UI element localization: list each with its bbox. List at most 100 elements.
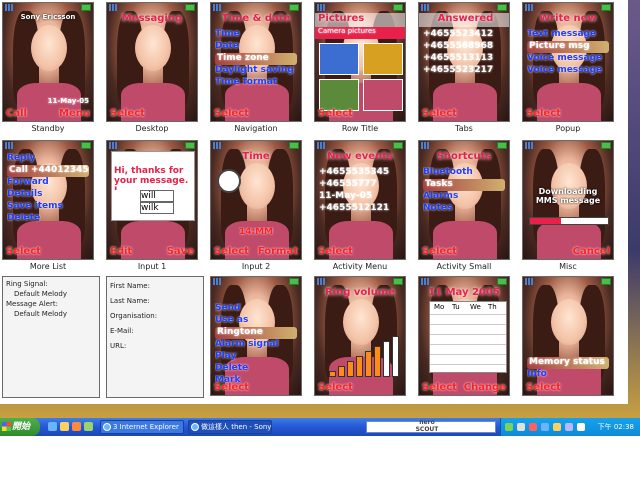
picture-thumbnail[interactable] bbox=[319, 43, 359, 75]
tray-network-icon[interactable] bbox=[517, 423, 525, 431]
menu-item[interactable]: Call +440123456 bbox=[7, 165, 89, 177]
left-softkey[interactable]: Select bbox=[318, 246, 353, 257]
calendar-grid[interactable]: Mo Tu We Th bbox=[429, 301, 507, 373]
battery-icon bbox=[289, 278, 299, 285]
left-softkey[interactable]: Select bbox=[422, 382, 457, 393]
calendar-day-header: Th bbox=[488, 303, 497, 311]
menu-item[interactable]: Delete bbox=[7, 213, 89, 225]
theme-tile-memory-status[interactable]: Memory status Info Select bbox=[522, 276, 614, 396]
menu-item[interactable]: Reply bbox=[7, 153, 89, 165]
phone-screen-preview: Reply Call +440123456 Forward Details Save i… bbox=[2, 140, 94, 260]
left-softkey[interactable]: Select bbox=[6, 246, 41, 257]
tray-messenger-icon[interactable] bbox=[541, 423, 549, 431]
menu-item[interactable]: Time bbox=[215, 29, 297, 41]
menu-item[interactable]: Bluetooth bbox=[423, 167, 505, 179]
menu-item[interactable]: +4655523412 bbox=[423, 29, 505, 41]
signal-strength-icon bbox=[213, 278, 223, 285]
theme-tile-ring-volume[interactable]: Ring volume Select bbox=[314, 276, 406, 396]
menu-item[interactable]: Save items bbox=[7, 201, 89, 213]
menu-item[interactable]: Send bbox=[215, 303, 297, 315]
menu-item[interactable]: Time format bbox=[215, 77, 297, 89]
left-softkey[interactable]: Select bbox=[214, 246, 249, 257]
left-softkey[interactable]: Select bbox=[422, 108, 457, 119]
menu-item[interactable]: Text message bbox=[527, 29, 609, 41]
menu-item[interactable]: Use as bbox=[215, 315, 297, 327]
theme-tile-tabs[interactable]: Answered +4655523412 +4655568968 +465551311… bbox=[418, 2, 510, 133]
ie-quicklaunch-icon[interactable] bbox=[48, 422, 57, 431]
tray-go-icon[interactable] bbox=[505, 423, 513, 431]
menu-item[interactable]: Voice message bbox=[527, 65, 609, 77]
left-softkey[interactable]: Select bbox=[110, 108, 145, 119]
menu-item[interactable]: Play bbox=[215, 351, 297, 363]
right-softkey[interactable]: Change bbox=[464, 382, 506, 393]
menu-item[interactable]: Daylight saving bbox=[215, 65, 297, 77]
theme-tile-navigation[interactable]: Time & date Time Date Time zone Daylight sav… bbox=[210, 2, 302, 133]
theme-tile-popup[interactable]: Write new Text message Picture msg Voice me… bbox=[522, 2, 614, 133]
menu-item[interactable]: Picture msg bbox=[527, 41, 609, 53]
taskbar-item-ie[interactable]: 3 Internet Explorer bbox=[100, 420, 184, 434]
media-quicklaunch-icon[interactable] bbox=[72, 422, 81, 431]
menu-item[interactable]: +4655512121 bbox=[319, 203, 401, 215]
left-softkey[interactable]: Select bbox=[214, 382, 249, 393]
menu-item[interactable]: Delete bbox=[215, 363, 297, 375]
tray-security-icon[interactable] bbox=[529, 423, 537, 431]
phone-status-bar bbox=[315, 141, 405, 150]
left-softkey[interactable]: Select bbox=[214, 108, 249, 119]
time-value[interactable]: 14:MM bbox=[215, 227, 297, 239]
left-softkey[interactable]: Select bbox=[526, 108, 561, 119]
theme-tile-calendar[interactable]: 11 May 2005 Mo Tu We Th Select Change bbox=[418, 276, 510, 396]
tray-volume-icon[interactable] bbox=[553, 423, 561, 431]
start-button[interactable]: 開始 bbox=[0, 418, 40, 436]
picture-thumbnail[interactable] bbox=[319, 79, 359, 111]
right-softkey[interactable]: Menu bbox=[59, 108, 90, 119]
left-softkey[interactable]: Select bbox=[526, 382, 561, 393]
theme-tile-menu-send[interactable]: Send Use as Ringtone Alarm signal Play Delete… bbox=[210, 276, 302, 396]
right-softkey[interactable]: Format bbox=[258, 246, 298, 257]
theme-tile-input-1[interactable]: Hi, thanks for your message. Iwillwilk Ed… bbox=[106, 140, 198, 271]
menu-item[interactable]: Memory status bbox=[527, 357, 609, 369]
theme-tile-more-list[interactable]: Reply Call +440123456 Forward Details Save i… bbox=[2, 140, 94, 271]
theme-tile-misc[interactable]: Downloading MMS message Cancel Misc bbox=[522, 140, 614, 271]
left-softkey[interactable]: Select bbox=[318, 382, 353, 393]
right-softkey[interactable]: Save bbox=[167, 246, 194, 257]
menu-item[interactable]: +4655568968 bbox=[423, 41, 505, 53]
theme-tile-desktop[interactable]: Messaging Select Desktop bbox=[106, 2, 198, 133]
menu-item[interactable]: Forward bbox=[7, 177, 89, 189]
menu-item[interactable]: Notes bbox=[423, 203, 505, 215]
menu-item[interactable]: Info bbox=[527, 369, 609, 381]
menu-item[interactable]: +46555777 bbox=[319, 179, 401, 191]
text-input-area[interactable]: Hi, thanks for your message. Iwillwilk bbox=[111, 151, 195, 221]
picture-thumbnail[interactable] bbox=[363, 79, 403, 111]
left-softkey[interactable]: Select bbox=[318, 108, 353, 119]
menu-item[interactable]: Date bbox=[215, 41, 297, 53]
left-softkey[interactable]: Call bbox=[6, 108, 27, 119]
menu-item[interactable]: +4655523217 bbox=[423, 65, 505, 77]
theme-tile-activity-small[interactable]: Shortcuts Bluetooth Tasks Alarms Notes Select… bbox=[418, 140, 510, 271]
menu-item[interactable]: Time zone bbox=[215, 53, 297, 65]
picture-thumbnail[interactable] bbox=[363, 43, 403, 75]
menu-item[interactable]: 11-May-05 bbox=[319, 191, 401, 203]
word-suggestion[interactable]: wilk bbox=[140, 202, 174, 214]
tray-language-icon[interactable] bbox=[565, 423, 573, 431]
theme-tile-input-2[interactable]: Time 14:MM Select Format Input 2 bbox=[210, 140, 302, 271]
menu-item[interactable]: Details bbox=[7, 189, 89, 201]
left-softkey[interactable]: Edit bbox=[110, 246, 132, 257]
left-softkey[interactable]: Select bbox=[422, 246, 457, 257]
tray-update-icon[interactable] bbox=[577, 423, 585, 431]
word-suggestion[interactable]: will bbox=[140, 190, 174, 202]
desktop-quicklaunch-icon[interactable] bbox=[84, 422, 93, 431]
taskbar-item-page[interactable]: 做這樣人 then - Sony ... bbox=[188, 420, 272, 434]
theme-tile-activity-menu[interactable]: New events +4655535345 +46555777 11-May-05 +… bbox=[314, 140, 406, 271]
menu-item[interactable]: +4655535345 bbox=[319, 167, 401, 179]
ring-info-line: Default Melody bbox=[14, 310, 67, 318]
theme-tile-standby[interactable]: Sony Ericsson 11-May-05 Call Menu Standby bbox=[2, 2, 94, 133]
menu-item[interactable]: Ringtone bbox=[215, 327, 297, 339]
menu-item[interactable]: Alarm signal bbox=[215, 339, 297, 351]
menu-item[interactable]: Voice message bbox=[527, 53, 609, 65]
menu-item[interactable]: Tasks bbox=[423, 179, 505, 191]
menu-item[interactable]: +4655513113 bbox=[423, 53, 505, 65]
right-softkey[interactable]: Cancel bbox=[573, 246, 610, 257]
menu-item[interactable]: Alarms bbox=[423, 191, 505, 203]
theme-tile-row-title[interactable]: Pictures Camera pictures Select Row Title bbox=[314, 2, 406, 133]
folder-quicklaunch-icon[interactable] bbox=[60, 422, 69, 431]
